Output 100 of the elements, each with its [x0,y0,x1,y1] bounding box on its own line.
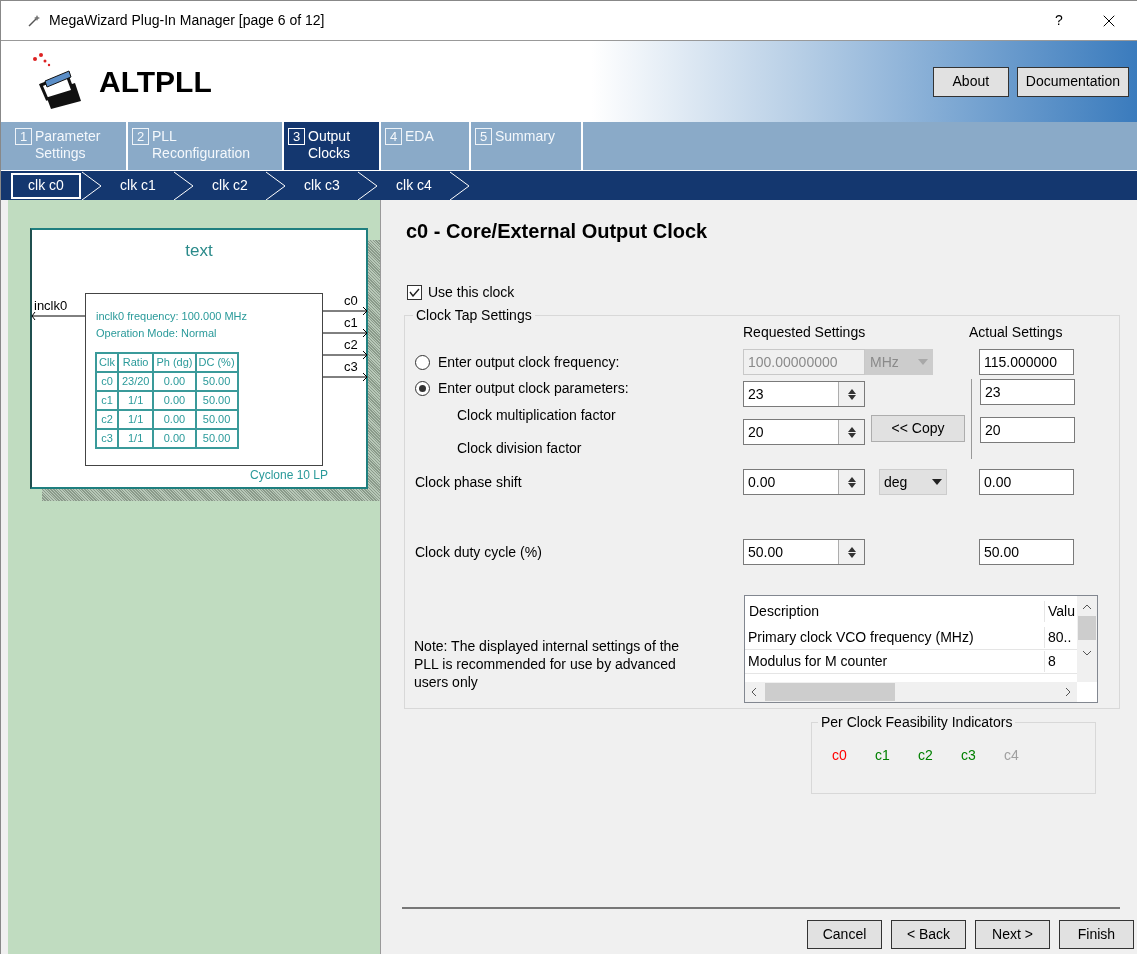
spinner[interactable] [838,420,864,444]
clock-tab[interactable]: clk c4 [379,172,449,199]
feasibility-indicator: c0 [832,746,848,765]
port-label: inclk0 [34,297,68,315]
table-cell: 0.00 [153,391,196,410]
step-number: 2 [132,128,149,145]
spinner[interactable] [838,540,864,564]
wand-icon [27,13,41,28]
clock-tab[interactable]: clk c0 [11,172,81,199]
table-header: Ph (dg) [153,353,196,372]
up-arrow-icon [847,546,856,552]
spin-field[interactable]: 50.00 [743,539,865,565]
vertical-scrollbar[interactable] [1077,596,1097,682]
column-header: Valu [1047,601,1075,621]
port-label: c2 [344,336,358,354]
window-title: MegaWizard Plug-In Manager [page 6 of 12] [49,11,326,30]
unit-dropdown[interactable]: deg [879,469,947,495]
output-line [323,328,369,338]
help-button[interactable]: ? [1039,10,1079,31]
copy-button[interactable]: << Copy [871,414,965,442]
group-title: Per Clock Feasibility Indicators [818,713,1016,731]
field-label: Clock division factor [457,439,583,458]
port-label: c1 [344,314,358,332]
info-text: Operation Mode: Normal [96,326,218,341]
table-cell: 50.00 [195,391,238,410]
step-number: 1 [15,128,32,145]
wizard-tab[interactable]: 3 Output Clocks [284,122,381,170]
table-cell: c3 [96,429,118,448]
tab-label: PLL [152,128,178,145]
table-cell: 0.00 [153,410,196,429]
spin-field[interactable]: 0.00 [743,469,865,495]
dropdown-arrow-icon [932,479,942,485]
output-line [323,372,369,382]
scroll-down-icon [1082,650,1092,656]
tab-label: Parameter [35,128,101,145]
table-cell: 1/1 [117,391,154,410]
checkbox-label: Use this clock [428,283,515,302]
group-title: Clock Tap Settings [413,306,535,324]
field-label: Clock multiplication factor [457,406,617,425]
check-icon [409,288,420,297]
spin-field[interactable]: 20 [743,419,865,445]
up-arrow-icon [847,476,856,482]
spin-field[interactable]: 23 [743,381,865,407]
device-label: Cyclone 10 LP [250,467,329,484]
port-label: c0 [344,292,358,310]
tab-label: Settings [35,145,87,162]
table-header: DC (%) [195,353,238,372]
table-header: Ratio [117,353,154,372]
clock-tab[interactable]: clk c3 [287,172,357,199]
feasibility-indicator: c4 [1004,746,1020,765]
info-text: inclk0 frequency: 100.000 MHz [96,309,248,324]
actual-field[interactable]: 50.00 [979,539,1074,565]
tab-label: Summary [495,128,555,145]
scroll-up-icon [1082,604,1092,610]
output-line [323,306,369,316]
field-label: Clock phase shift [415,472,523,492]
actual-field[interactable]: 20 [980,417,1075,443]
wizard-button[interactable]: Next > [975,920,1050,949]
column-heading: Requested Settings [743,323,865,342]
tab-label: Clocks [308,145,351,162]
wizard-button[interactable]: < Back [891,920,966,949]
radio-label: Enter output clock parameters: [438,378,629,398]
header-title: ALTPLL [99,64,213,100]
table-cell: c1 [96,391,118,410]
clock-tab[interactable]: clk c1 [103,172,173,199]
table-cell: c2 [96,410,118,429]
feasibility-indicator: c1 [875,746,891,765]
actual-field[interactable]: 0.00 [979,469,1074,495]
tab-label: Reconfiguration [152,145,251,162]
step-number: 4 [385,128,402,145]
table-cell: Modulus for M counter [745,651,1045,672]
actual-field[interactable]: 23 [980,379,1075,405]
step-number: 3 [288,128,305,145]
table-cell: 1/1 [117,429,154,448]
feasibility-indicator: c3 [961,746,977,765]
down-arrow-icon [847,432,856,438]
clock-tab[interactable]: clk c2 [195,172,265,199]
table-cell: 0.00 [153,429,196,448]
wizard-button[interactable]: Finish [1059,920,1134,949]
table-cell: 1/1 [117,410,154,429]
spinner[interactable] [838,382,864,406]
scroll-left-icon [751,687,757,697]
port-label: c3 [344,358,358,376]
settings-list[interactable]: Description Valu Primary clock VCO frequency (MHz) 80.. Modulus for M counter 8 [744,595,1098,703]
block-title: text [184,240,214,262]
radio-button[interactable] [415,380,430,396]
up-arrow-icon [847,426,856,432]
horizontal-scrollbar[interactable] [745,682,1077,702]
field-label: Clock duty cycle (%) [415,542,543,562]
header-button[interactable]: Documentation [1016,66,1129,97]
header-button[interactable]: About [932,66,1009,97]
table-header: Clk [96,353,118,372]
column-heading: Actual Settings [969,323,1064,342]
table-cell-text: 8 [1047,652,1056,671]
checkbox[interactable] [407,285,422,300]
down-arrow-icon [847,552,856,558]
spinner[interactable] [838,470,864,494]
note-text: Note: The displayed internal settings of the PLL is recommended for use by advanced users only [414,637,681,692]
table-cell-text: 80.. [1047,628,1072,647]
wizard-button[interactable]: Cancel [807,920,882,949]
